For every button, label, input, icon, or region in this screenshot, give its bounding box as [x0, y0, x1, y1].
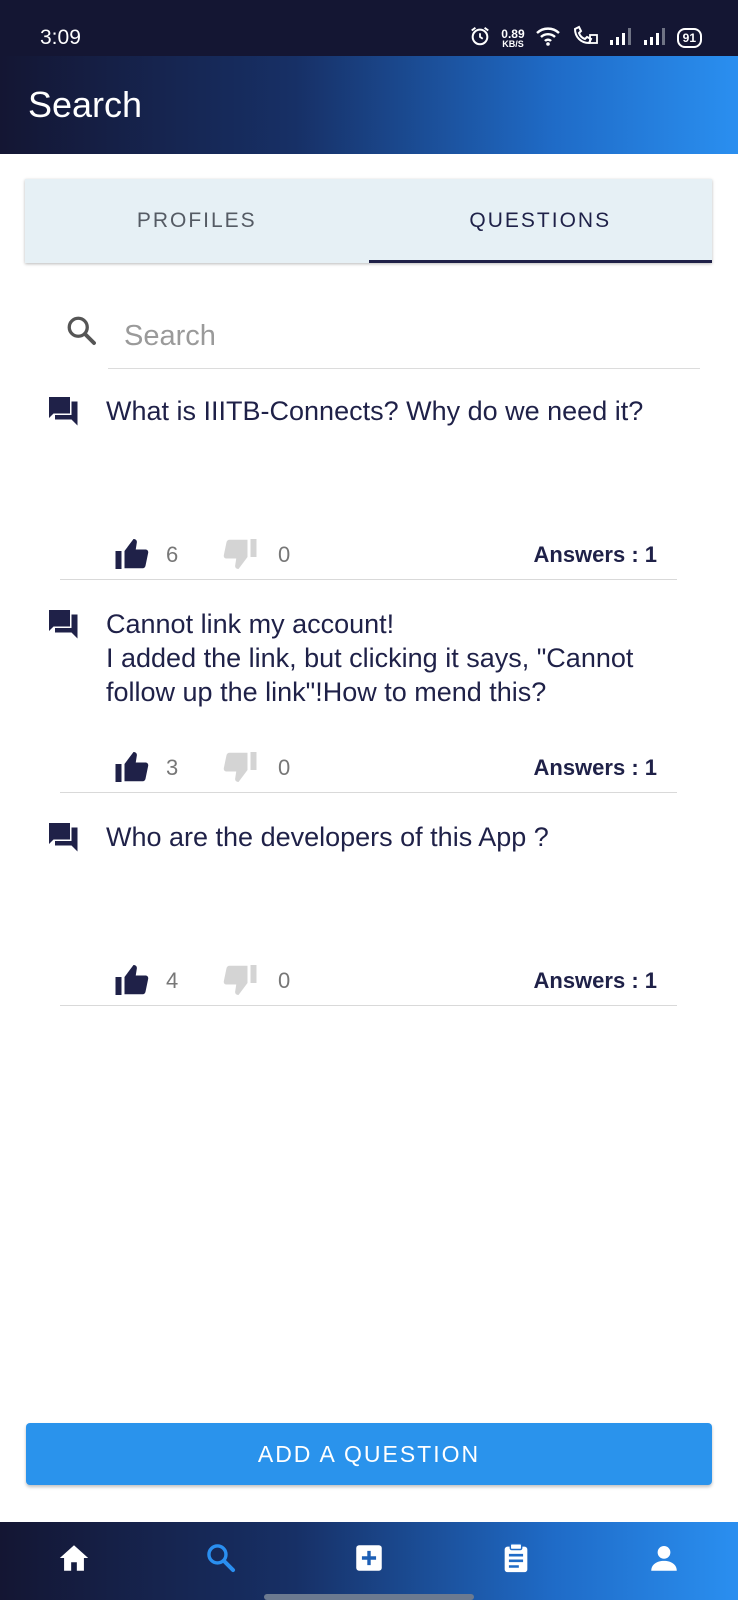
tab-questions[interactable]: QUESTIONS — [368, 179, 713, 263]
add-question-button[interactable]: ADD A QUESTION — [26, 1423, 712, 1485]
add-box-icon — [352, 1541, 386, 1580]
search-icon — [64, 313, 100, 354]
question-text: Cannot link my account! I added the link… — [106, 609, 634, 707]
status-time: 3:09 — [40, 26, 81, 49]
nav-profile[interactable] — [644, 1540, 684, 1580]
downvote-count: 0 — [278, 755, 291, 780]
signal-icon — [643, 26, 667, 51]
nav-search[interactable] — [201, 1540, 241, 1580]
net-speed-value: 0.89 — [501, 26, 525, 41]
thumbs-up-icon[interactable] — [114, 749, 150, 790]
battery-icon: 91 — [676, 28, 702, 48]
thumbs-down-icon[interactable] — [222, 536, 258, 577]
answers-count[interactable]: Answers : 1 — [534, 968, 658, 994]
question-actions: 6 0 Answers : 1 — [60, 530, 677, 580]
bottom-nav — [0, 1522, 738, 1600]
question-actions: 4 0 Answers : 1 — [60, 956, 677, 1006]
signal-icon — [609, 26, 633, 51]
thumbs-up-icon[interactable] — [114, 536, 150, 577]
downvote-count: 0 — [278, 968, 291, 993]
forum-icon — [46, 820, 82, 861]
app-header: Search — [0, 56, 738, 154]
thumbs-down-icon[interactable] — [222, 749, 258, 790]
home-icon — [57, 1541, 91, 1580]
upvote-count: 3 — [166, 755, 179, 780]
upvote-count: 4 — [166, 968, 179, 993]
net-speed: 0.89 KB/S — [501, 28, 524, 49]
page-title: Search — [28, 84, 143, 125]
tab-profiles[interactable]: PROFILES — [25, 179, 369, 263]
clipboard-icon — [499, 1541, 533, 1580]
nav-home[interactable] — [54, 1540, 94, 1580]
nav-add[interactable] — [349, 1540, 389, 1580]
answers-count[interactable]: Answers : 1 — [534, 755, 658, 781]
search-input[interactable] — [108, 305, 700, 369]
status-bar: 3:09 0.89 KB/S 91 — [0, 0, 738, 56]
question-actions: 3 0 Answers : 1 — [60, 743, 677, 793]
volte-call-icon — [571, 25, 599, 52]
search-icon — [204, 1541, 238, 1580]
home-indicator — [264, 1594, 474, 1600]
thumbs-up-icon[interactable] — [114, 962, 150, 1003]
tab-bar: PROFILES QUESTIONS — [25, 179, 712, 263]
wifi-icon — [535, 25, 561, 52]
upvote-count: 6 — [166, 542, 179, 567]
person-icon — [647, 1541, 681, 1580]
net-speed-unit: KB/S — [502, 38, 524, 49]
status-icons: 0.89 KB/S 91 — [469, 24, 702, 52]
forum-icon — [46, 607, 82, 648]
search-bar — [60, 305, 700, 370]
question-text: Who are the developers of this App ? — [106, 822, 549, 852]
answers-count[interactable]: Answers : 1 — [534, 542, 658, 568]
thumbs-down-icon[interactable] — [222, 962, 258, 1003]
downvote-count: 0 — [278, 542, 291, 567]
forum-icon — [46, 394, 82, 435]
alarm-icon — [469, 25, 491, 52]
question-text: What is IIITB-Connects? Why do we need i… — [106, 396, 644, 426]
nav-posts[interactable] — [496, 1540, 536, 1580]
